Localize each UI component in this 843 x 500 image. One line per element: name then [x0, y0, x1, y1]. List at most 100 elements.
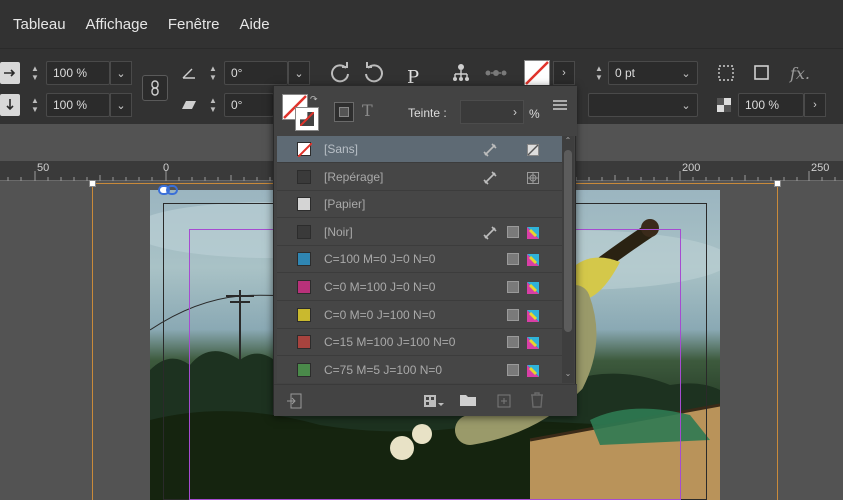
select-container-icon[interactable]	[450, 62, 472, 84]
swatch-row[interactable]: [Noir]	[277, 219, 562, 246]
ruler-label-200: 200	[682, 162, 701, 174]
not-editable-icon	[483, 226, 497, 240]
swatches-panel-header: ↷ T Teinte : › %	[274, 86, 577, 136]
shear-stepper[interactable]: ▲ ▼	[204, 93, 222, 117]
frame-left-edge	[92, 183, 93, 500]
menu-affichage[interactable]: Affichage	[86, 16, 148, 33]
scale-x-field[interactable]: 100 %	[46, 61, 110, 85]
swatch-row[interactable]: C=0 M=0 J=100 N=0	[277, 302, 562, 329]
scale-y-stepper[interactable]: ▲ ▼	[26, 93, 44, 117]
swatch-color-chip	[297, 280, 311, 294]
process-color-icon	[507, 281, 519, 293]
swatch-row[interactable]: [Papier]	[277, 191, 562, 219]
process-color-icon	[507, 308, 519, 321]
stroke-weight-chevron-icon[interactable]: ⌄	[676, 63, 696, 83]
formatting-text-icon[interactable]: T	[362, 101, 373, 120]
swatch-row[interactable]: C=0 M=100 J=0 N=0	[277, 274, 562, 301]
swatch-list-scrollbar[interactable]: ⌃ ⌄	[562, 136, 574, 383]
process-color-icon	[507, 336, 519, 349]
menu-aide[interactable]: Aide	[240, 16, 270, 33]
swatch-list: [Sans] [Repérage] [Papier] [Noir] C=100 M=0 …	[277, 136, 562, 383]
show-all-swatches-icon[interactable]	[286, 393, 302, 409]
opacity-field[interactable]: 100 %	[738, 93, 804, 117]
opacity-dropdown[interactable]: ›	[804, 93, 826, 117]
swatch-views-icon[interactable]	[423, 393, 445, 409]
fill-swatch-dropdown[interactable]: ›	[553, 61, 575, 85]
drop-shadow-icon[interactable]	[750, 62, 774, 84]
tint-percent: %	[529, 107, 540, 121]
menu-bar: Tableau Affichage Fenêtre Aide	[0, 0, 843, 48]
rotation-angle-icon	[180, 63, 198, 83]
swatch-color-chip	[297, 335, 311, 350]
registration-icon	[527, 171, 539, 184]
shear-angle-icon	[180, 95, 198, 115]
swatch-row[interactable]: [Sans]	[277, 136, 562, 163]
swatch-color-chip	[297, 197, 311, 212]
ruler-label-0: 0	[163, 162, 170, 174]
tint-slider-arrow-icon[interactable]: ›	[508, 100, 522, 124]
swatch-color-chip	[297, 362, 311, 377]
swatch-name: C=0 M=0 J=100 N=0	[324, 307, 436, 322]
swatch-name: [Sans]	[324, 142, 359, 156]
select-content-icon[interactable]	[483, 62, 509, 84]
scroll-down-icon[interactable]: ⌄	[563, 369, 573, 381]
swatch-name: C=75 M=5 J=100 N=0	[324, 362, 443, 377]
panel-menu-icon[interactable]	[552, 98, 568, 112]
frame-handle-top-left[interactable]	[89, 180, 96, 187]
swatch-name: [Papier]	[324, 197, 366, 212]
swatch-row[interactable]: [Repérage]	[277, 164, 562, 191]
cmyk-mode-icon	[527, 226, 539, 239]
rotation-field[interactable]: 0°	[224, 61, 288, 85]
frame-handle-top-right[interactable]	[774, 180, 781, 187]
scroll-up-icon[interactable]: ⌃	[563, 136, 573, 148]
swatch-row[interactable]: C=15 M=100 J=100 N=0	[277, 329, 562, 357]
stroke-weight-stepper[interactable]: ▲ ▼	[590, 61, 608, 85]
delete-swatch-icon[interactable]	[530, 392, 546, 410]
shear-field[interactable]: 0°	[224, 93, 274, 117]
process-color-icon	[507, 253, 519, 266]
scale-y-field[interactable]: 100 %	[46, 93, 110, 117]
rotate-clockwise-icon[interactable]	[327, 61, 353, 85]
cmyk-mode-icon	[527, 364, 539, 377]
stroke-type-chevron-icon[interactable]: ⌄	[676, 95, 696, 115]
cmyk-mode-icon	[527, 281, 539, 294]
effects-fx-icon[interactable]: fx.	[786, 62, 814, 84]
rotate-counterclockwise-icon[interactable]	[361, 61, 387, 85]
swap-fill-stroke-icon[interactable]: ↷	[310, 94, 318, 105]
not-editable-icon	[483, 143, 497, 157]
menu-tableau[interactable]: Tableau	[13, 16, 66, 33]
link-proportions-icon[interactable]	[142, 75, 168, 101]
swatch-color-chip	[297, 224, 311, 239]
process-color-icon	[507, 363, 519, 376]
swatch-name: C=100 M=0 J=0 N=0	[324, 252, 436, 267]
opacity-icon	[714, 94, 734, 116]
new-color-group-icon[interactable]	[459, 393, 477, 409]
swatch-color-chip	[297, 142, 312, 157]
swatch-name: [Repérage]	[324, 169, 384, 184]
frame-right-edge	[777, 183, 778, 500]
swatch-row[interactable]: C=75 M=5 J=100 N=0	[277, 357, 562, 383]
swatch-color-chip	[297, 307, 311, 322]
scale-y-icon	[0, 94, 20, 116]
rotation-stepper[interactable]: ▲ ▼	[204, 61, 222, 85]
scale-x-stepper[interactable]: ▲ ▼	[26, 61, 44, 85]
cmyk-mode-icon	[527, 253, 539, 267]
fill-swatch[interactable]	[524, 60, 550, 86]
scroll-thumb[interactable]	[564, 150, 572, 332]
tint-label: Teinte :	[408, 106, 447, 120]
rotation-dropdown[interactable]: ⌄	[288, 61, 310, 85]
content-link-icon[interactable]	[158, 183, 178, 195]
formatting-container-icon[interactable]	[334, 102, 354, 122]
cmyk-mode-icon	[527, 336, 539, 350]
none-mode-icon	[527, 143, 539, 156]
scale-y-dropdown[interactable]: ⌄	[110, 93, 132, 117]
new-swatch-icon[interactable]	[496, 393, 512, 409]
swatch-color-chip	[297, 169, 311, 184]
frame-fitting-icon[interactable]	[714, 62, 738, 84]
stroke-proxy[interactable]	[295, 107, 319, 131]
scale-x-icon	[0, 62, 20, 84]
menu-fenetre[interactable]: Fenêtre	[168, 16, 220, 33]
swatch-mode-icon	[527, 198, 539, 210]
swatch-row[interactable]: C=100 M=0 J=0 N=0	[277, 246, 562, 274]
scale-x-dropdown[interactable]: ⌄	[110, 61, 132, 85]
